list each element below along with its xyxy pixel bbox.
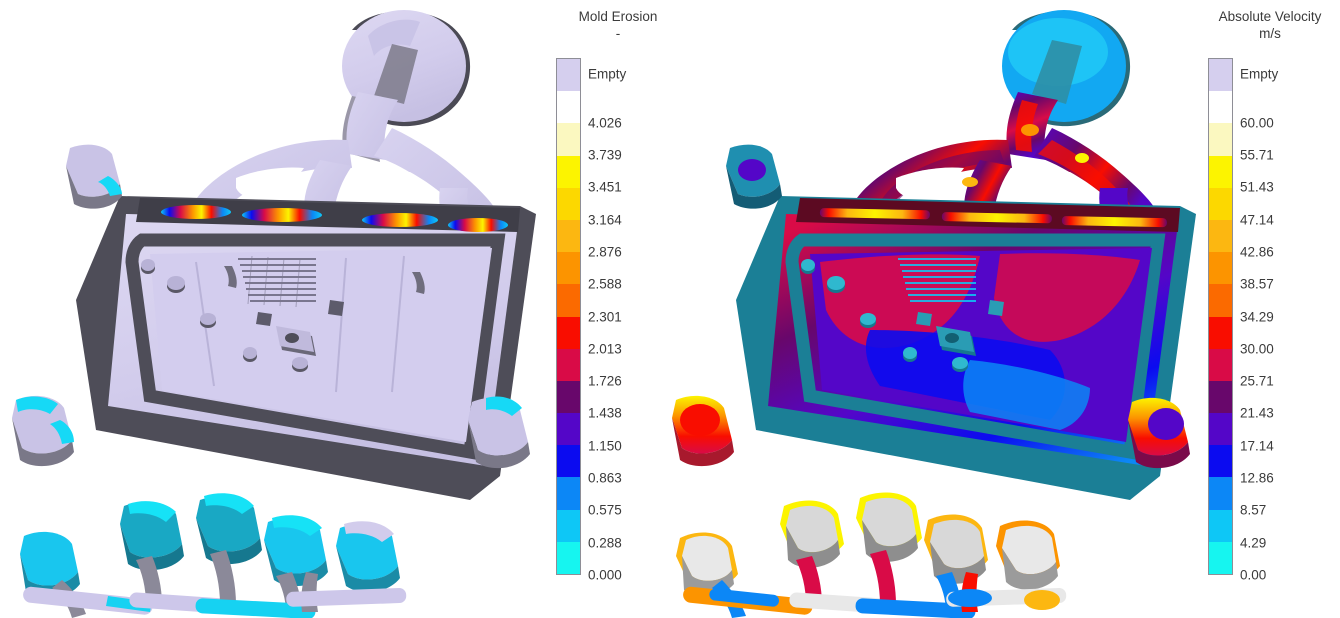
colorbar-band [1209,187,1232,220]
colorbar-band [1209,316,1232,349]
legend-tick-label: 21.43 [1240,405,1274,421]
legend-tick-label: 0.00 [1240,567,1267,583]
bottom-overflow-group [676,492,1067,618]
colorbar-band [1209,91,1232,124]
absolute-velocity-model[interactable] [670,0,1220,618]
colorbar-band [1209,380,1232,414]
left-top-block-spot [738,159,766,181]
tick-labels-mold-erosion: Empty 4.026 3.739 3.451 3.164 2.876 2.588 2.301… [588,58,686,583]
colorbar-band [557,541,580,574]
simulation-results-canvas: Mold Erosion - Empty 4.026 3.739 3.451 3.164… [0,0,1340,618]
legend-tick-label: 47.14 [1240,212,1274,228]
runner-hot-node [1075,153,1089,163]
legend-tick-label: 2.013 [588,341,622,357]
legend-absolute-velocity: Absolute Velocity m/s Empty 60.00 55.71 51.… [1200,0,1340,618]
erosion-hotspot [448,218,508,232]
colorbar-band [1209,348,1232,381]
right-mid-block-spot [1148,408,1184,440]
legend-tick-label: 2.876 [588,244,622,260]
vent-bar-4-core [948,589,992,607]
colorbar-band [557,445,580,478]
colorbar-band [1209,123,1232,156]
legend-tick-label: 3.451 [588,179,622,195]
legend-empty-label: Empty [1240,66,1279,82]
legend-tick-label: 2.588 [588,276,622,292]
legend-tick-label: 60.00 [1240,115,1274,131]
legend-tick-label: 34.29 [1240,309,1274,324]
colorbar-band [1209,541,1232,574]
colorbar-band [557,123,580,156]
casting-body-group [736,196,1196,500]
colorbar-band [1209,509,1232,542]
colorbar-band [557,219,580,253]
colorbar-band [557,477,580,510]
legend-tick-label: 1.150 [588,438,622,454]
legend-tick-label: 1.726 [588,373,622,389]
legend-tick-label: 1.438 [588,405,622,421]
erosion-hotspot [362,213,438,227]
legend-tick-label: 38.57 [1240,276,1274,292]
colorbar-band [557,284,580,317]
runner-hot-node [1021,124,1039,136]
bottom-overflow-group [20,493,407,618]
colorbar-band [1209,413,1232,446]
legend-tick-label: 2.301 [588,309,622,324]
legend-tick-label: 42.86 [1240,244,1274,260]
colorbar-band [557,187,580,220]
legend-units-absolute-velocity: m/s [1259,26,1281,41]
colorbar-band [1209,252,1232,285]
vent-bar-4-hot [1024,590,1060,610]
legend-tick-label: 0.288 [588,535,622,551]
colorbar-band [557,155,580,188]
legend-tick-label: 25.71 [1240,373,1274,389]
colorbar-band [557,252,580,285]
legend-tick-label: 55.71 [1240,147,1274,163]
erosion-hotspot [161,205,231,219]
colorbar-band [557,316,580,349]
legend-tick-label: 51.43 [1240,179,1274,195]
colorbar-band [1209,155,1232,188]
colorbar-band [557,509,580,542]
runner-hot-node [962,177,978,187]
legend-tick-label: 30.00 [1240,341,1274,357]
casting-body-group [76,196,536,500]
mold-erosion-model[interactable] [0,0,560,618]
legend-tick-label: 17.14 [1240,438,1274,454]
legend-tick-label: 0.000 [588,567,622,583]
tick-labels-absolute-velocity: Empty 60.00 55.71 51.43 47.14 42.86 38.57 34.29… [1240,58,1338,583]
colorbar-band [557,413,580,446]
colorbar-absolute-velocity[interactable] [1208,58,1233,575]
colorbar-band [557,348,580,381]
colorbar-band [1209,219,1232,253]
legend-tick-label: 3.739 [588,147,622,163]
colorbar-band [557,380,580,414]
colorbar-band [1209,284,1232,317]
colorbar-band [557,59,580,92]
legend-tick-label: 4.29 [1240,535,1267,551]
legend-tick-label: 8.57 [1240,502,1267,518]
legend-tick-label: 0.575 [588,502,622,518]
colorbar-band [557,91,580,124]
legend-title-mold-erosion: Mold Erosion [578,9,658,24]
overflow-block-1 [20,531,78,586]
legend-tick-label: 3.164 [588,212,622,228]
legend-empty-label: Empty [588,66,627,82]
erosion-hotspot [242,208,322,222]
legend-title-absolute-velocity: Absolute Velocity [1218,9,1322,24]
colorbar-mold-erosion[interactable] [556,58,581,575]
mold-erosion-view[interactable] [0,0,560,618]
colorbar-band [1209,59,1232,92]
legend-tick-label: 4.026 [588,115,622,131]
legend-mold-erosion: Mold Erosion - Empty 4.026 3.739 3.451 3.164… [548,0,688,618]
legend-units-mold-erosion: - [615,26,621,41]
absolute-velocity-view[interactable] [670,0,1220,618]
legend-tick-label: 12.86 [1240,470,1274,486]
colorbar-band [1209,445,1232,478]
legend-tick-label: 0.863 [588,470,622,486]
right-side-overflow-group [1128,397,1190,469]
colorbar-band [1209,477,1232,510]
right-side-overflow-group [468,396,530,469]
